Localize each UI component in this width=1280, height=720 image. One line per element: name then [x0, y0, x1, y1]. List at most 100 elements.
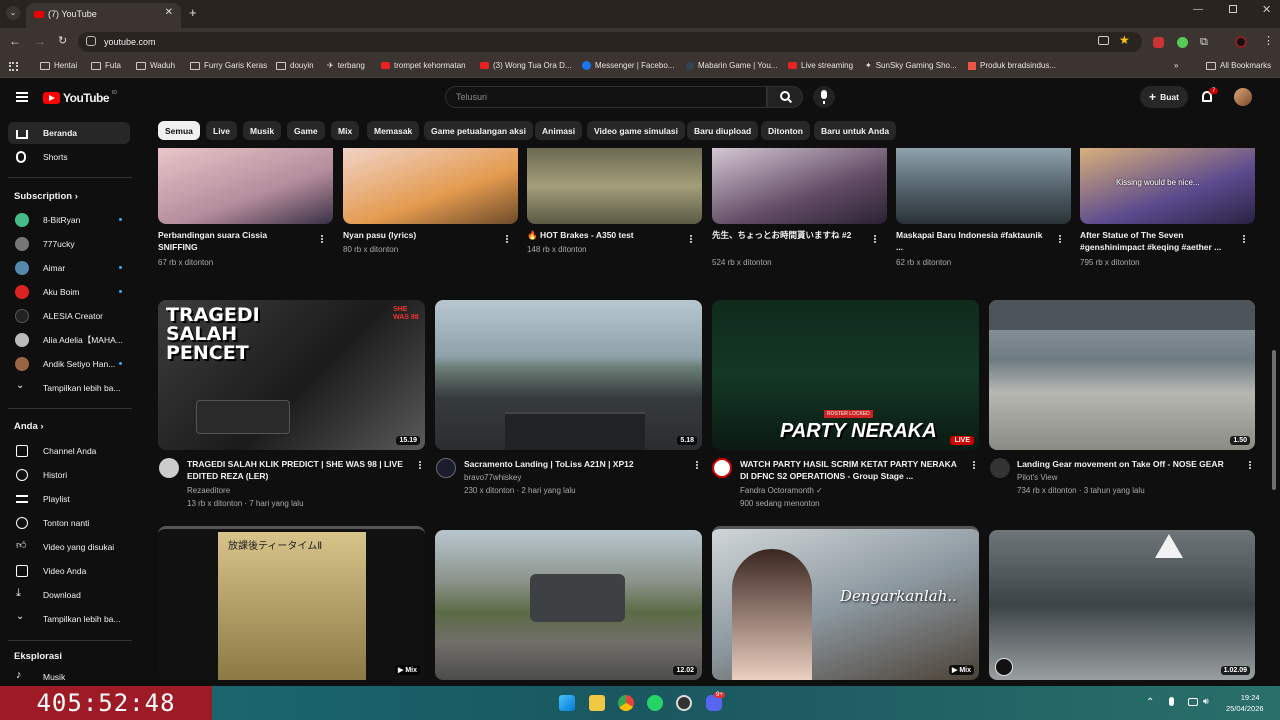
more-options-icon[interactable]: [1058, 234, 1062, 246]
close-tab-icon[interactable]: ✕: [165, 7, 173, 18]
sidebar-item-playlist[interactable]: Playlist: [8, 488, 130, 510]
channel-avatar-live[interactable]: [712, 458, 732, 478]
extension-icon[interactable]: [1153, 37, 1164, 48]
video-title[interactable]: Sacramento Landing | ToLiss A21N | XP12: [464, 458, 689, 470]
more-options-icon[interactable]: [505, 234, 509, 246]
you-header[interactable]: Anda ›: [14, 421, 44, 432]
chrome-icon[interactable]: [618, 695, 634, 711]
sidebar-item-your-videos[interactable]: Video Anda: [8, 560, 130, 582]
youtube-logo[interactable]: YouTube ID: [43, 90, 117, 105]
chip-new-to-you[interactable]: Baru untuk Anda: [814, 121, 897, 140]
tab-search-button[interactable]: ⌄: [6, 6, 20, 20]
more-options-icon[interactable]: [972, 460, 976, 472]
sidebar-subscription[interactable]: ALESIA Creator: [8, 305, 130, 327]
video-title[interactable]: 🔥 HOT Brakes - A350 test: [527, 229, 677, 241]
bookmark-folder[interactable]: Hentai: [40, 61, 77, 70]
restore-button[interactable]: [1229, 5, 1237, 13]
bookmark-link[interactable]: (3) Wong Tua Ora D...: [480, 61, 572, 70]
volume-icon[interactable]: 🔊︎: [1203, 696, 1209, 707]
channel-avatar[interactable]: [436, 458, 456, 478]
chip-action-adventure[interactable]: Game petualangan aksi: [424, 121, 533, 140]
file-explorer-icon[interactable]: [589, 695, 605, 711]
install-app-icon[interactable]: [1098, 36, 1109, 45]
chip-recently-uploaded[interactable]: Baru diupload: [687, 121, 759, 140]
video-title[interactable]: Maskapai Baru Indonesia #faktaunik ...: [896, 229, 1046, 253]
voice-search-button[interactable]: [813, 86, 835, 108]
video-thumbnail[interactable]: [712, 148, 887, 224]
bookmark-folder[interactable]: Furry Garis Keras: [190, 61, 267, 70]
video-title[interactable]: Perbandingan suara Cissia SNIFFING: [158, 229, 308, 253]
video-thumbnail[interactable]: TRAGEDI SALAH PENCET SHE WAS 98 15.19: [158, 300, 425, 450]
sidebar-item-watch-later[interactable]: Tonton nanti: [8, 512, 130, 534]
reload-icon[interactable]: ↻: [58, 34, 67, 47]
sidebar-subscription[interactable]: 777ucky: [8, 233, 130, 255]
video-thumbnail[interactable]: 1.02.09: [989, 530, 1255, 680]
chip-watched[interactable]: Ditonton: [761, 121, 810, 140]
sidebar-subscription[interactable]: Aimar: [8, 257, 130, 279]
chip-animation[interactable]: Animasi: [535, 121, 583, 140]
mix-thumbnail[interactable]: Dengarkanlah.. ▶ Mix: [712, 526, 979, 680]
site-info-icon[interactable]: [86, 36, 96, 46]
more-options-icon[interactable]: [1242, 234, 1246, 246]
video-thumbnail[interactable]: Kissing would be nice...: [1080, 148, 1255, 224]
video-thumbnail[interactable]: 12.02: [435, 530, 702, 680]
bookmark-folder[interactable]: douyin: [276, 61, 314, 70]
video-title[interactable]: Landing Gear movement on Take Off - NOSE…: [1017, 458, 1242, 470]
obs-icon[interactable]: [676, 695, 692, 711]
chip-game[interactable]: Game: [287, 121, 325, 140]
sidebar-show-more[interactable]: ⌄ Tampilkan lebih ba...: [8, 377, 130, 399]
windows-start-icon[interactable]: [559, 695, 575, 711]
sidebar-item-your-channel[interactable]: Channel Anda: [8, 440, 130, 462]
apps-grid-icon[interactable]: [9, 62, 18, 71]
bookmark-link[interactable]: ✦ SunSky Gaming Sho...: [865, 61, 957, 70]
chip-music[interactable]: Musik: [243, 121, 282, 140]
more-options-icon[interactable]: [695, 460, 699, 472]
video-thumbnail[interactable]: [896, 148, 1071, 224]
chip-live[interactable]: Live: [206, 121, 238, 140]
chip-simulation-games[interactable]: Video game simulasi: [587, 121, 685, 140]
hamburger-menu-icon[interactable]: [16, 92, 28, 102]
channel-avatar[interactable]: [159, 458, 179, 478]
browser-menu-icon[interactable]: ⋮: [1263, 34, 1274, 47]
forward-icon[interactable]: →: [34, 34, 46, 48]
sidebar-item-shorts[interactable]: Shorts: [8, 146, 130, 168]
search-input[interactable]: Telusuri: [445, 86, 767, 108]
profile-icon[interactable]: [1235, 36, 1247, 48]
chip-mix[interactable]: Mix: [331, 121, 360, 140]
all-bookmarks[interactable]: All Bookmarks: [1206, 61, 1271, 70]
sidebar-subscription[interactable]: 8-BitRyan: [8, 209, 130, 231]
sidebar-item-history[interactable]: Histori: [8, 464, 130, 486]
bookmark-link[interactable]: Live streaming: [788, 61, 853, 70]
tab-youtube[interactable]: (7) YouTube ✕: [26, 3, 181, 28]
bookmark-folder[interactable]: Futa: [91, 61, 121, 70]
new-tab-button[interactable]: +: [189, 5, 197, 20]
minimize-button[interactable]: —: [1193, 4, 1203, 15]
video-title[interactable]: TRAGEDI SALAH KLIK PREDICT | SHE WAS 98 …: [187, 458, 412, 482]
bookmark-star-icon[interactable]: ★: [1119, 33, 1130, 47]
video-title[interactable]: After Statue of The Seven #genshinimpact…: [1080, 229, 1235, 253]
sidebar-item-downloads[interactable]: ⤓ Download: [8, 584, 130, 606]
more-bookmarks-icon[interactable]: »: [1174, 61, 1178, 70]
sidebar-show-more[interactable]: ⌄ Tampilkan lebih ba...: [8, 608, 130, 630]
sidebar-subscription[interactable]: Alia Adelia【MAHA...: [8, 329, 130, 351]
extensions-puzzle-icon[interactable]: ⧉: [1200, 36, 1208, 49]
microphone-icon[interactable]: [1169, 697, 1174, 706]
channel-name[interactable]: bravo77whiskey: [464, 473, 521, 482]
bookmark-link[interactable]: Produk brradsindus...: [968, 61, 1056, 70]
system-clock[interactable]: 19:24 25/04/2026: [1222, 692, 1264, 714]
create-button[interactable]: + Buat: [1140, 86, 1188, 108]
video-thumbnail[interactable]: ROSTER LOCKED PARTY NERAKA LIVE: [712, 300, 979, 450]
video-title[interactable]: WATCH PARTY HASIL SCRIM KETAT PARTY NERA…: [740, 458, 965, 482]
more-options-icon[interactable]: [418, 460, 422, 472]
channel-name[interactable]: Pilot's View: [1017, 473, 1058, 482]
bookmark-link[interactable]: Mabarin Game | You...: [686, 61, 777, 70]
video-title[interactable]: 先生、ちょっとお時間貰いますね #2: [712, 229, 862, 241]
video-title[interactable]: Nyan pasu (lyrics): [343, 229, 493, 241]
chip-cooking[interactable]: Memasak: [367, 121, 420, 140]
bookmark-link[interactable]: ✈ terbang: [327, 61, 365, 70]
channel-name[interactable]: Rezaeditore: [187, 486, 230, 495]
page-scrollbar[interactable]: [1272, 350, 1276, 490]
tray-chevron-icon[interactable]: ⌃: [1146, 697, 1154, 708]
video-thumbnail[interactable]: [527, 148, 702, 224]
network-icon[interactable]: [1188, 698, 1198, 706]
